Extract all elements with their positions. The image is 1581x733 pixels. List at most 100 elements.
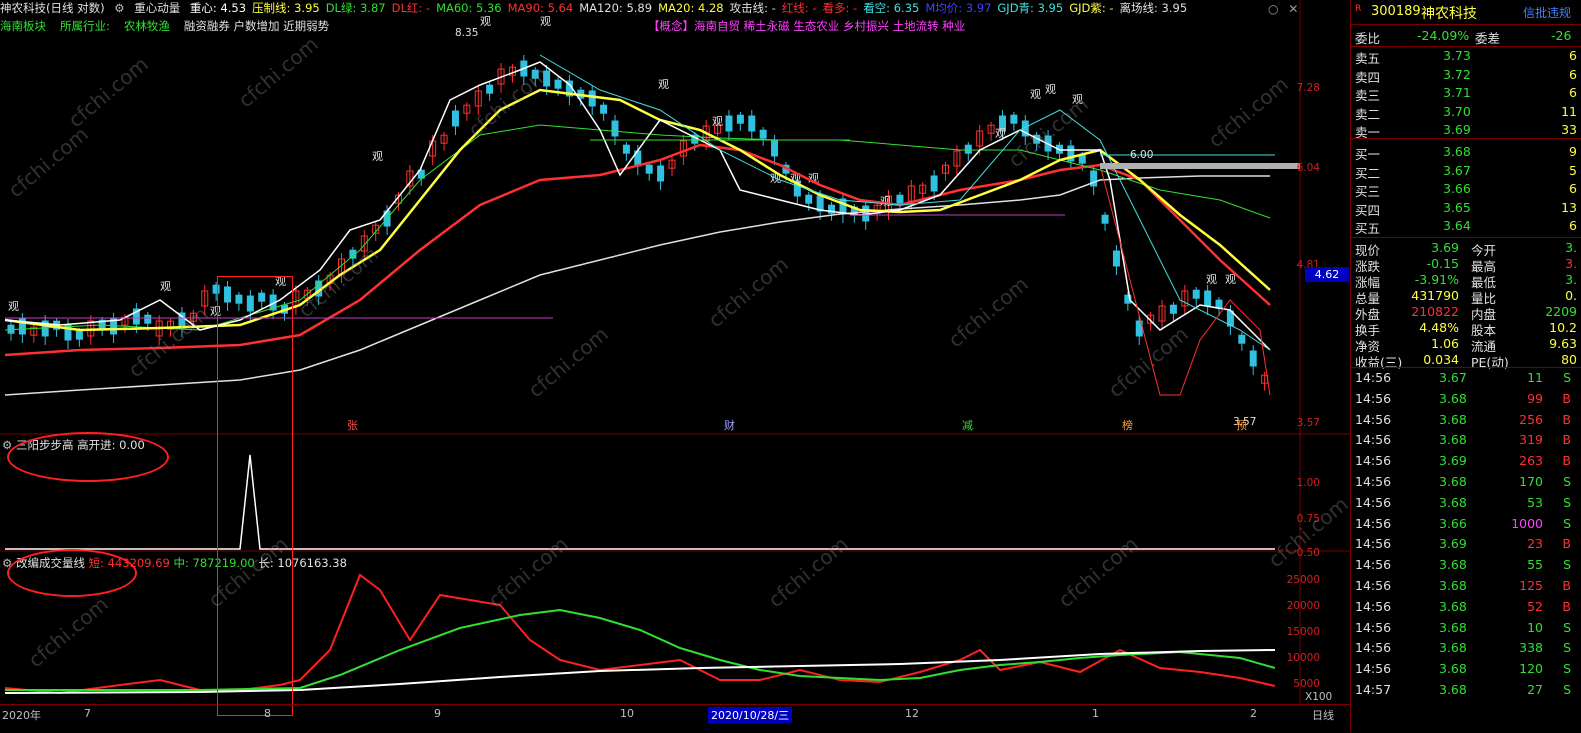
- x-cursor-date: 2020/10/28/三: [708, 707, 793, 723]
- tick-row[interactable]: 14:56 3.68 120 S: [1351, 661, 1581, 678]
- tick-volume: 120: [1519, 661, 1543, 677]
- tick-row[interactable]: 14:56 3.68 52 B: [1351, 599, 1581, 616]
- tick-time: 14:56: [1355, 494, 1392, 510]
- ref-price-label: 6.00: [1130, 149, 1153, 161]
- x-label: 2020年: [2, 709, 41, 722]
- order-price: 3.69: [1443, 122, 1471, 137]
- order-book-row[interactable]: 卖三 3.71 6: [1351, 85, 1581, 103]
- order-level-label: 买五: [1355, 221, 1381, 236]
- order-volume: 6: [1569, 48, 1577, 63]
- tick-time: 14:56: [1355, 640, 1392, 656]
- tick-side: B: [1562, 390, 1571, 406]
- ma120-line: [4, 175, 1270, 396]
- tick-row[interactable]: 14:56 3.68 125 B: [1351, 578, 1581, 595]
- order-volume: 6: [1569, 181, 1577, 196]
- peak-price-label: 8.35: [455, 27, 478, 39]
- order-volume: 6: [1569, 66, 1577, 82]
- order-book-row[interactable]: 卖五 3.73 6: [1351, 48, 1581, 66]
- order-book-row[interactable]: 卖二 3.70 11: [1351, 104, 1581, 122]
- stat-value: 80: [1561, 352, 1577, 367]
- tick-price: 3.68: [1439, 390, 1467, 406]
- y-label-p3: 5000: [1293, 678, 1320, 690]
- stat-row: 外盘 210822 内盘 2209: [1351, 304, 1581, 322]
- kline-chart-area[interactable]: 神农科技(日线 对数) ⚙ 重心动量 重心: 4.53 压制线: 3.95 DL绿:…: [0, 0, 1353, 732]
- weicha-value: -26: [1551, 28, 1572, 43]
- tick-row[interactable]: 14:56 3.68 10 S: [1351, 620, 1581, 637]
- candle: [75, 330, 83, 340]
- tick-row[interactable]: 14:56 3.68 55 S: [1351, 557, 1581, 574]
- tick-row[interactable]: 14:56 3.68 53 S: [1351, 495, 1581, 512]
- event-marker[interactable]: 财: [724, 418, 735, 432]
- tick-price: 3.68: [1439, 619, 1467, 635]
- stat-value: 2209: [1545, 304, 1577, 319]
- tick-side: B: [1562, 453, 1571, 469]
- tick-price: 3.68: [1439, 598, 1467, 614]
- tick-time: 14:56: [1355, 453, 1392, 469]
- signal-spike-line: [5, 454, 1275, 550]
- order-book-row[interactable]: 买二 3.67 5: [1351, 162, 1581, 181]
- candle: [645, 164, 653, 174]
- stock-name[interactable]: 神农科技: [1421, 3, 1477, 23]
- event-marker[interactable]: 预: [1236, 419, 1247, 432]
- order-price: 3.66: [1443, 181, 1471, 196]
- tick-row[interactable]: 14:56 3.67 11 S: [1351, 370, 1581, 387]
- tick-row[interactable]: 14:56 3.68 338 S: [1351, 640, 1581, 657]
- tick-row[interactable]: 14:57 3.68 27 S: [1351, 682, 1581, 699]
- tick-side: S: [1563, 515, 1571, 531]
- stat-row: 换手 4.48% 股本 10.2: [1351, 320, 1581, 338]
- tick-volume: 27: [1527, 682, 1543, 697]
- candle: [725, 115, 733, 132]
- candle: [736, 114, 744, 124]
- order-book-row[interactable]: 买四 3.65 13: [1351, 200, 1581, 218]
- order-volume: 6: [1569, 218, 1577, 233]
- stock-code[interactable]: 300189: [1371, 4, 1421, 19]
- order-volume: 9: [1569, 144, 1577, 159]
- candle: [839, 198, 847, 215]
- candle: [144, 314, 152, 324]
- event-marker[interactable]: 张: [347, 419, 358, 432]
- gray-band: [1100, 163, 1300, 169]
- tick-side: S: [1563, 682, 1571, 697]
- tick-row[interactable]: 14:56 3.68 256 B: [1351, 412, 1581, 429]
- stat-row: 涨幅 -3.91% 最低 3.: [1351, 272, 1581, 290]
- disclosure-badge[interactable]: 信批违规: [1523, 4, 1571, 21]
- order-level-label: 卖二: [1355, 106, 1381, 122]
- event-marker[interactable]: 减: [962, 419, 973, 432]
- stat-value: -3.91%: [1414, 272, 1459, 287]
- tick-volume: 125: [1519, 578, 1543, 593]
- candle: [486, 84, 494, 94]
- signal-mark: 观: [8, 300, 19, 313]
- tick-side: B: [1562, 598, 1571, 614]
- stat-value: 210822: [1411, 304, 1459, 319]
- order-book-row[interactable]: 卖一 3.69 33: [1351, 122, 1581, 140]
- y-label: 3.57: [1297, 417, 1320, 429]
- tick-row[interactable]: 14:56 3.69 263 B: [1351, 453, 1581, 470]
- tick-row[interactable]: 14:56 3.68 319 B: [1351, 432, 1581, 449]
- order-book-row[interactable]: 买一 3.68 9: [1351, 144, 1581, 162]
- candle: [759, 129, 767, 139]
- order-book-row[interactable]: 买三 3.66 6: [1351, 181, 1581, 199]
- tick-row[interactable]: 14:56 3.69 23 B: [1351, 536, 1581, 553]
- order-book-row[interactable]: 卖四 3.72 6: [1351, 66, 1581, 85]
- tick-side: S: [1563, 494, 1571, 510]
- tick-row[interactable]: 14:56 3.66 1000 S: [1351, 516, 1581, 533]
- tick-volume: 1000: [1511, 515, 1543, 531]
- stock-header: R 300189 神农科技 信批违规: [1351, 0, 1581, 25]
- weibi-value: -24.09%: [1417, 28, 1470, 43]
- event-marker[interactable]: 榜: [1122, 418, 1133, 432]
- period-selector[interactable]: 日线: [1312, 707, 1334, 723]
- quote-panel: R 300189 神农科技 信批违规 委比 -24.09% 委差 -26 卖五 3…: [1351, 0, 1581, 732]
- order-book-row[interactable]: 买五 3.64 6: [1351, 218, 1581, 236]
- candle: [896, 194, 904, 204]
- x-label: 9: [434, 707, 441, 720]
- tick-row[interactable]: 14:56 3.68 170 S: [1351, 474, 1581, 491]
- order-volume: 6: [1569, 85, 1577, 100]
- stat-row: 总量 431790 量比 0.: [1351, 288, 1581, 306]
- signal-mark: 观: [1045, 83, 1056, 96]
- stat-value: 10.2: [1549, 320, 1577, 335]
- tick-side: B: [1562, 411, 1571, 427]
- candle: [771, 140, 779, 157]
- tick-row[interactable]: 14:56 3.68 99 B: [1351, 391, 1581, 408]
- order-price: 3.67: [1443, 162, 1471, 178]
- tick-side: S: [1563, 474, 1571, 489]
